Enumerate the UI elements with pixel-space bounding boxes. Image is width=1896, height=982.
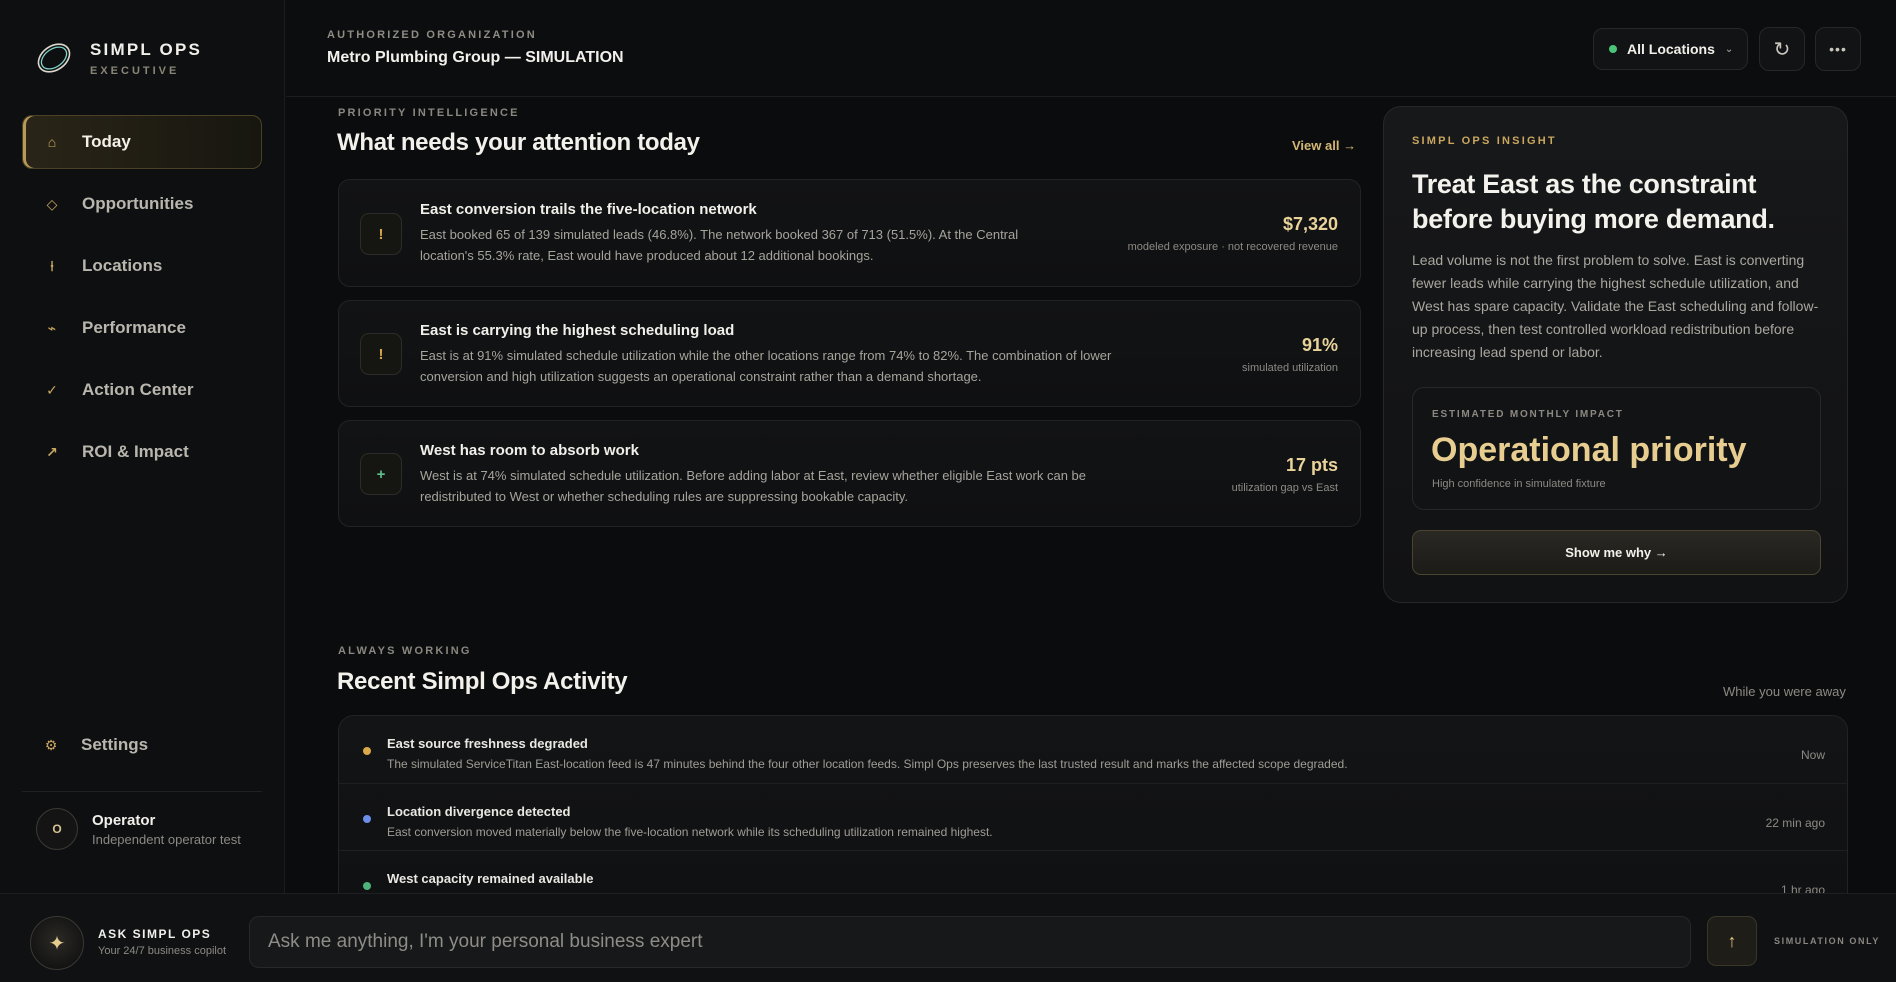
brand-sub: EXECUTIVE	[90, 64, 180, 77]
activity-title: West capacity remained available	[387, 871, 594, 886]
more-icon: •••	[1829, 41, 1847, 57]
top-header: AUTHORIZED ORGANIZATION Metro Plumbing G…	[286, 0, 1896, 97]
avatar: O	[36, 808, 78, 850]
sidebar-item-label: Opportunities	[82, 194, 194, 213]
ask-input[interactable]	[249, 916, 1691, 968]
operator-name: Operator	[92, 811, 156, 829]
impact-sub: High confidence in simulated fixture	[1432, 478, 1606, 490]
sidebar-item-today[interactable]: ⌂ Today	[22, 115, 262, 169]
status-dot-icon	[363, 815, 371, 823]
activity-time: 22 min ago	[1765, 816, 1825, 830]
card-value: 17 pts	[1285, 455, 1338, 475]
activity-label: ALWAYS WORKING	[338, 645, 472, 657]
arrow-up-right-icon: ↗	[46, 443, 58, 460]
sparkle-icon[interactable]: ✦	[30, 916, 84, 970]
brand[interactable]: SIMPL OPS EXECUTIVE	[34, 38, 202, 78]
arrow-up-icon: ↑	[1727, 930, 1737, 951]
insight-label: SIMPL OPS INSIGHT	[1412, 135, 1557, 147]
card-value: $7,320	[1282, 214, 1338, 234]
diamond-icon: ◇	[46, 195, 58, 212]
home-icon: ⌂	[47, 134, 57, 150]
sidebar-item-roi-impact[interactable]: ↗ ROI & Impact	[22, 425, 262, 479]
sidebar-item-performance[interactable]: ⌁ Performance	[22, 301, 262, 355]
priority-card[interactable]: ! East is carrying the highest schedulin…	[338, 300, 1361, 407]
card-value-sub: utilization gap vs East	[1231, 482, 1338, 494]
priority-card[interactable]: + West has room to absorb work West is a…	[338, 420, 1361, 527]
alert-icon: !	[360, 333, 402, 375]
ask-sub: Your 24/7 business copilot	[98, 945, 227, 957]
sidebar-item-label: ROI & Impact	[82, 442, 189, 461]
activity-title: East source freshness degraded	[387, 736, 588, 751]
activity-body: The simulated ServiceTitan East-location…	[387, 757, 1348, 771]
org-label: AUTHORIZED ORGANIZATION	[327, 29, 537, 41]
chevron-down-icon: ⌄	[1724, 43, 1734, 55]
activity-body: East conversion moved materially below t…	[387, 825, 993, 839]
simulation-badge: SIMULATION ONLY	[1774, 936, 1881, 946]
card-title: West has room to absorb work	[420, 442, 639, 459]
sidebar-nav: ⌂ Today ◇ Opportunities ⍿ Locations ⌁ Pe…	[22, 115, 262, 487]
card-body: West is at 74% simulated schedule utiliz…	[420, 468, 1087, 504]
simpl-ops-logo-icon	[34, 38, 74, 78]
status-dot-icon	[363, 882, 371, 890]
card-body: East is at 91% simulated schedule utiliz…	[420, 348, 1112, 384]
activity-title: Recent Simpl Ops Activity	[337, 668, 628, 695]
location-select[interactable]: All Locations ⌄	[1593, 28, 1748, 70]
activity-title: Location divergence detected	[387, 804, 571, 819]
brand-name: SIMPL OPS	[90, 39, 203, 59]
impact-value: Operational priority	[1431, 431, 1747, 469]
card-title: East conversion trails the five-location…	[420, 201, 757, 218]
location-select-value: All Locations	[1627, 41, 1715, 57]
sidebar-item-opportunities[interactable]: ◇ Opportunities	[22, 177, 262, 231]
insight-title: Treat East as the constraint before buyi…	[1412, 169, 1775, 234]
gear-icon: ⚙	[44, 736, 58, 753]
card-body: East booked 65 of 139 simulated leads (4…	[420, 227, 1019, 263]
list-item[interactable]: East source freshness degraded The simul…	[339, 716, 1847, 783]
status-dot-icon	[363, 747, 371, 755]
ask-title: ASK SIMPL OPS	[98, 927, 212, 941]
sidebar: SIMPL OPS EXECUTIVE ⌂ Today ◇ Opportunit…	[0, 0, 285, 982]
refresh-icon: ↻	[1773, 38, 1791, 61]
impact-card: ESTIMATED MONTHLY IMPACT Operational pri…	[1412, 387, 1821, 510]
alert-icon: !	[360, 213, 402, 255]
priority-label: PRIORITY INTELLIGENCE	[338, 107, 520, 119]
sidebar-item-label: Locations	[82, 256, 163, 275]
sidebar-item-label: Settings	[81, 735, 149, 754]
plus-icon: +	[360, 453, 402, 495]
view-all-link[interactable]: View all →	[1292, 138, 1356, 153]
impact-label: ESTIMATED MONTHLY IMPACT	[1432, 409, 1624, 420]
card-value-sub: simulated utilization	[1242, 362, 1338, 374]
sidebar-item-action-center[interactable]: ✓ Action Center	[22, 363, 262, 417]
more-button[interactable]: •••	[1815, 27, 1861, 71]
send-button[interactable]: ↑	[1707, 916, 1757, 966]
priority-card[interactable]: ! East conversion trails the five-locati…	[338, 179, 1361, 287]
operator-sub: Independent operator test	[92, 831, 241, 847]
list-item[interactable]: Location divergence detected East conver…	[339, 783, 1847, 850]
card-title: East is carrying the highest scheduling …	[420, 322, 735, 339]
org-name: Metro Plumbing Group — SIMULATION	[327, 49, 624, 66]
sidebar-item-label: Today	[82, 132, 131, 151]
priority-title: What needs your attention today	[337, 129, 700, 156]
ask-bar: ✦ ASK SIMPL OPS Your 24/7 business copil…	[0, 893, 1896, 982]
show-me-why-button[interactable]: Show me why →	[1412, 530, 1821, 575]
insight-body: Lead volume is not the first problem to …	[1412, 252, 1819, 360]
activity-time: Now	[1800, 748, 1825, 762]
sidebar-item-label: Action Center	[82, 380, 194, 399]
sidebar-item-settings[interactable]: ⚙ Settings	[22, 718, 262, 772]
pin-icon: ⍿	[50, 257, 54, 274]
card-value: 91%	[1301, 335, 1338, 355]
sidebar-item-locations[interactable]: ⍿ Locations	[22, 239, 262, 293]
card-value-sub: modeled exposure · not recovered revenue	[1127, 241, 1338, 253]
check-icon: ✓	[46, 381, 58, 398]
operator-profile[interactable]: O Operator Independent operator test	[36, 808, 241, 850]
sidebar-divider	[22, 791, 262, 792]
refresh-button[interactable]: ↻	[1759, 27, 1805, 71]
trend-icon: ⌁	[47, 319, 57, 336]
insight-panel: SIMPL OPS INSIGHT Treat East as the cons…	[1383, 106, 1848, 603]
while-away-label: While you were away	[1723, 684, 1846, 699]
sidebar-item-label: Performance	[82, 318, 186, 337]
status-dot-icon	[1609, 45, 1617, 53]
